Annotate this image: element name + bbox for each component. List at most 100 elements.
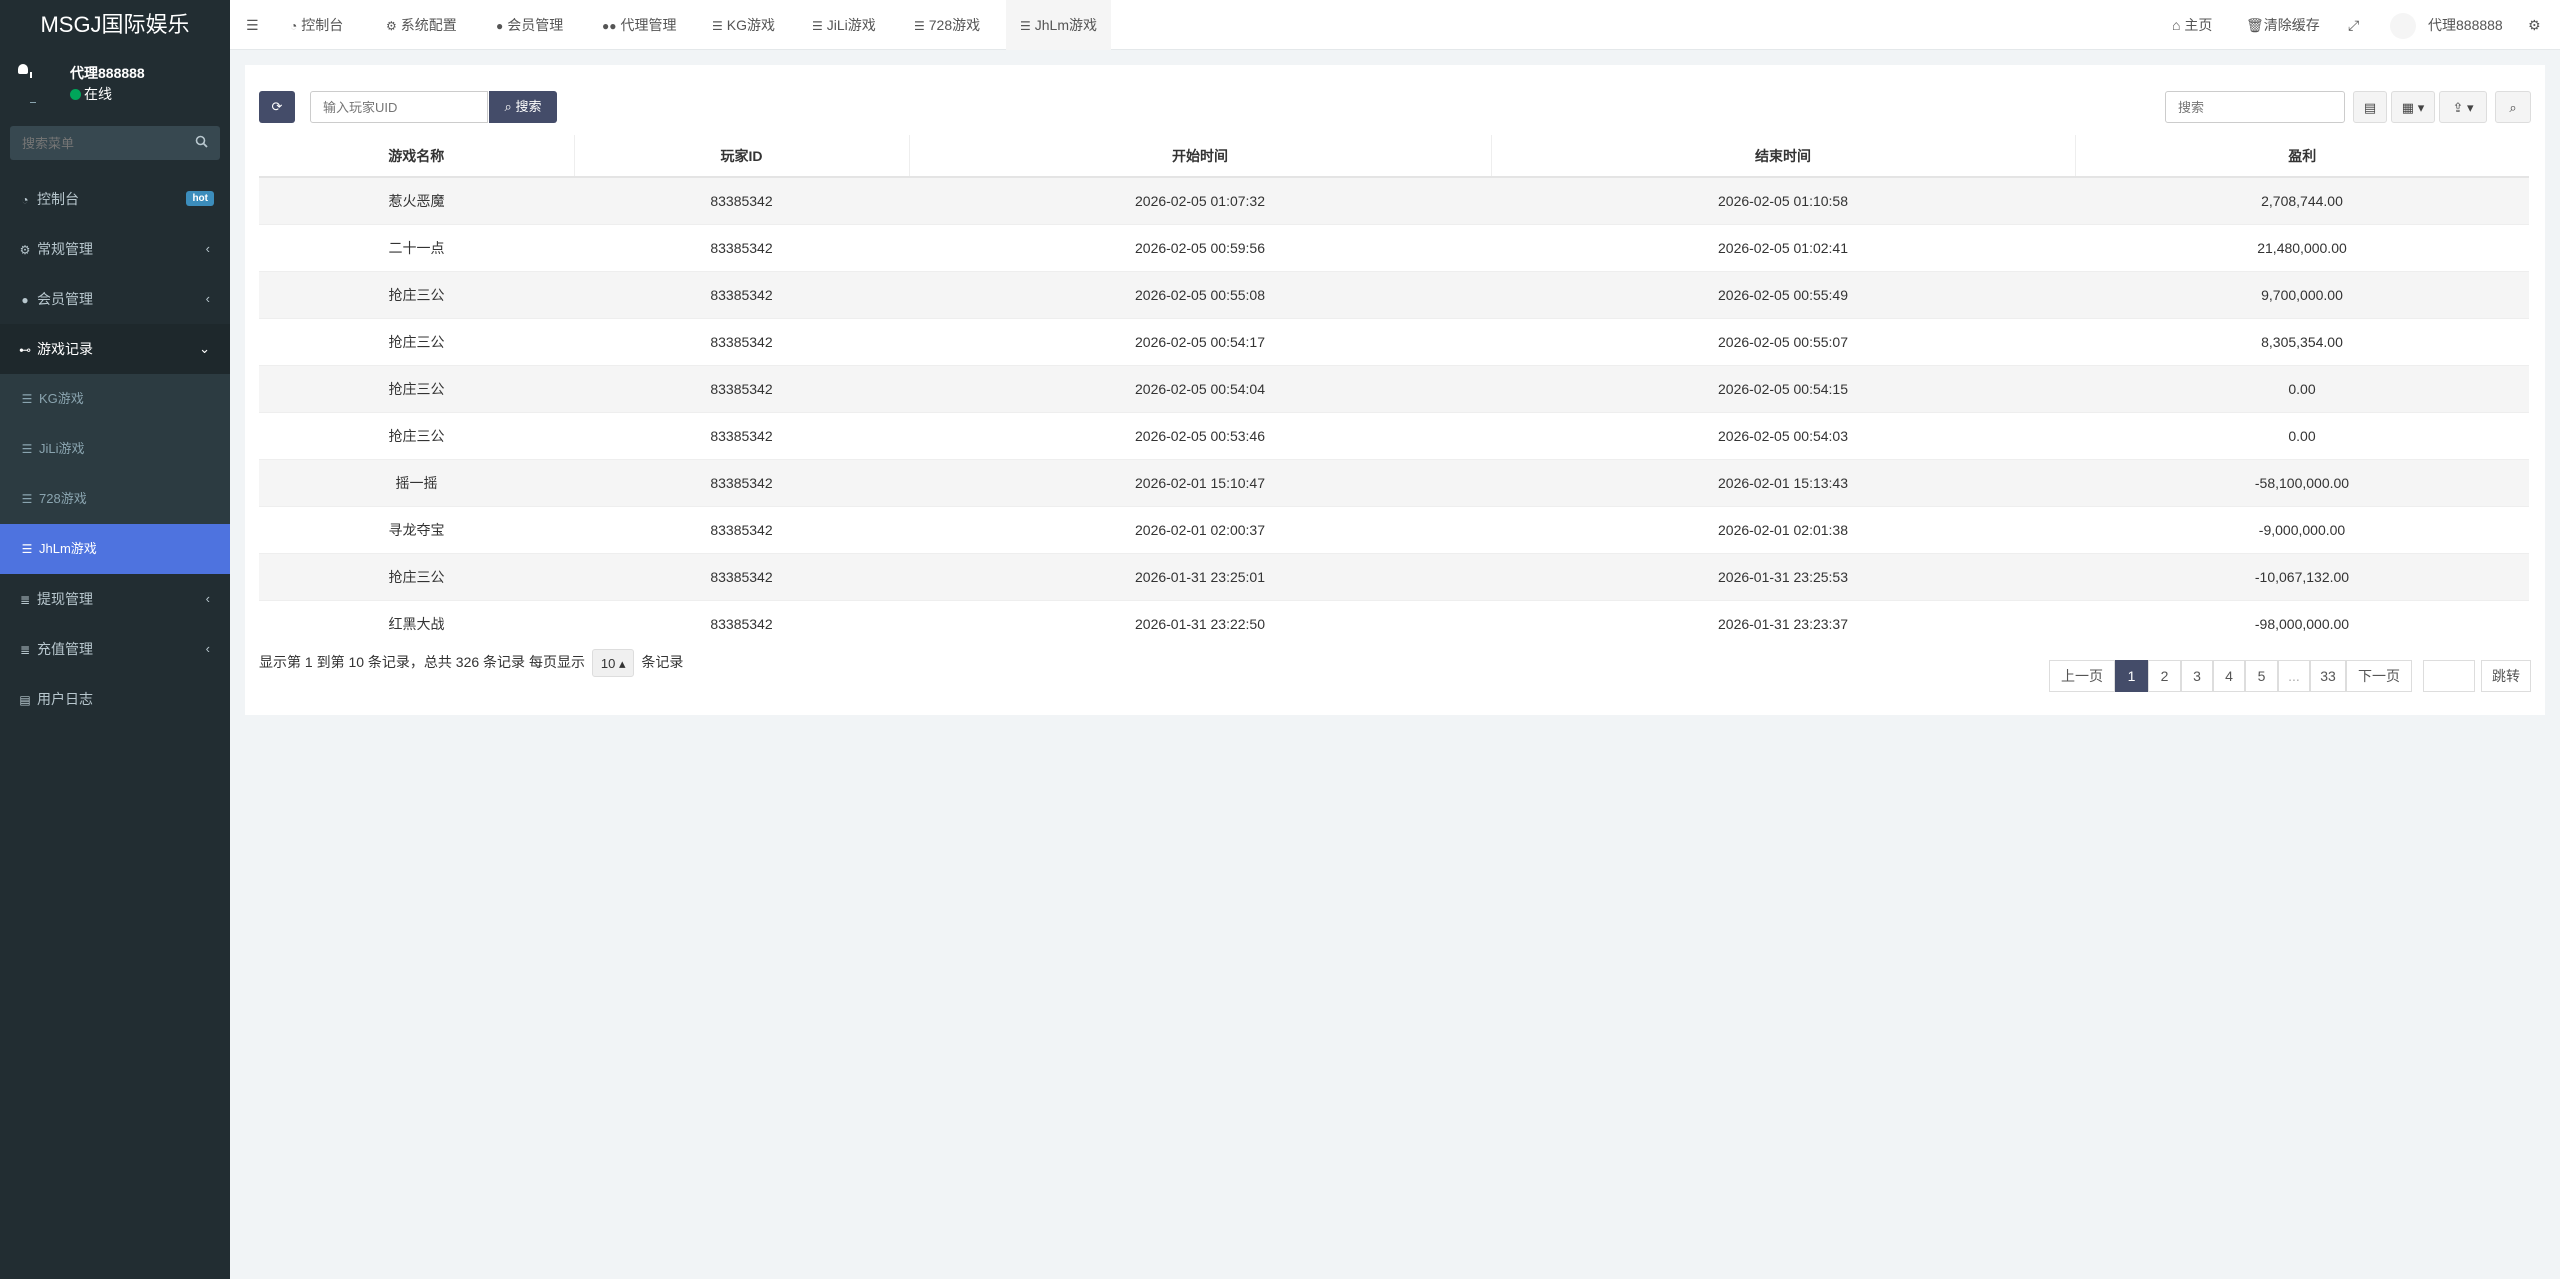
table-cell: 83385342 <box>574 411 909 459</box>
table-row[interactable]: 抢庄三公 83385342 2026-02-05 00:53:46 2026-02-0… <box>259 411 2529 459</box>
tab-system-config[interactable]: ⚙ 系统配置 <box>386 0 457 50</box>
table-row[interactable]: 抢庄三公 83385342 2026-02-05 00:54:17 2026-02-0… <box>259 317 2529 365</box>
sidebar-item-user-log[interactable]: ▤ 用户日志 <box>0 674 230 724</box>
sidebar-item-general[interactable]: ⚙ 常规管理 ‹ <box>0 224 230 274</box>
table-row[interactable]: 抢庄三公 83385342 2026-02-05 00:54:04 2026-02-0… <box>259 364 2529 412</box>
page-button[interactable]: 4 <box>2213 660 2245 692</box>
table-cell: 2,708,744.00 <box>2075 176 2529 224</box>
jump-button[interactable]: 跳转 <box>2481 660 2531 692</box>
menu-toggle-icon[interactable]: ☰ <box>246 0 266 50</box>
sidebar-item-members[interactable]: ● 会员管理 ‹ <box>0 274 230 324</box>
table-cell: 8,305,354.00 <box>2075 317 2529 365</box>
trash-icon: 🗑 <box>2246 17 2264 33</box>
prev-page-button[interactable]: 上一页 <box>2049 660 2115 692</box>
refresh-button[interactable]: ⟳ <box>259 91 295 123</box>
page-size-dropdown[interactable]: 10 ▴ <box>591 649 635 678</box>
column-header[interactable]: 游戏名称 <box>259 135 575 178</box>
table-cell: 2026-02-05 00:55:08 <box>909 270 1491 318</box>
page-button[interactable]: 2 <box>2148 660 2181 692</box>
sidebar-item-jili-games[interactable]: ☰ JiLi游戏 <box>0 424 230 474</box>
table-row[interactable]: 抢庄三公 83385342 2026-01-31 23:25:01 2026-01-3… <box>259 552 2529 600</box>
caret-down-icon: ▾ <box>2467 100 2474 115</box>
column-header[interactable]: 结束时间 <box>1491 135 2076 178</box>
sidebar-item-kg-games[interactable]: ☰ KG游戏 <box>0 374 230 424</box>
sidebar-item-jhlm-games[interactable]: ☰ JhLm游戏 <box>0 524 230 574</box>
chevron-left-icon: ‹ <box>205 641 210 656</box>
table-cell: 83385342 <box>574 552 909 600</box>
gamepad-icon: ⊷ <box>19 343 31 357</box>
column-header[interactable]: 开始时间 <box>909 135 1492 178</box>
page-button[interactable]: 3 <box>2181 660 2213 692</box>
table-search-input[interactable] <box>2165 91 2345 123</box>
table-cell: 0.00 <box>2075 364 2529 412</box>
sidebar-item-withdraw[interactable]: ≣ 提现管理 ‹ <box>0 574 230 624</box>
toggle-view-button[interactable]: ▤ <box>2353 91 2387 123</box>
table-cell: 83385342 <box>574 270 909 318</box>
list-icon: ☰ <box>21 542 33 556</box>
tab-728-games[interactable]: ☰ 728游戏 <box>914 0 980 50</box>
home-link[interactable]: ⌂ 主页 <box>2172 0 2212 50</box>
uid-search-input[interactable] <box>310 91 488 123</box>
table-row[interactable]: 抢庄三公 83385342 2026-02-05 00:55:08 2026-02-0… <box>259 270 2529 318</box>
database-icon: ≣ <box>19 593 31 607</box>
page-button[interactable]: 33 <box>2310 660 2346 692</box>
tab-agent-management[interactable]: ●● 代理管理 <box>602 0 677 50</box>
table-cell: 83385342 <box>574 364 909 412</box>
chevron-left-icon: ‹ <box>205 291 210 306</box>
table-cell: -9,000,000.00 <box>2075 505 2529 553</box>
next-page-button[interactable]: 下一页 <box>2346 660 2412 692</box>
sidebar-item-recharge[interactable]: ≣ 充值管理 ‹ <box>0 624 230 674</box>
table-cell: 9,700,000.00 <box>2075 270 2529 318</box>
page-ellipsis: ... <box>2278 660 2310 692</box>
list-icon: ☰ <box>21 392 33 406</box>
clear-cache-link[interactable]: 🗑清除缓存 <box>2246 0 2320 50</box>
top-user-menu[interactable]: 代理888888 <box>2390 0 2503 50</box>
table-row[interactable]: 寻龙夺宝 83385342 2026-02-01 02:00:37 2026-02-0… <box>259 505 2529 553</box>
settings-icon[interactable]: ⚙ <box>2528 0 2541 50</box>
table-cell: 2026-02-05 01:07:32 <box>909 176 1491 224</box>
table-cell: 抢庄三公 <box>259 270 574 318</box>
columns-dropdown-button[interactable]: ▦ ▾ <box>2391 91 2435 123</box>
database-icon: ≣ <box>19 643 31 657</box>
table-cell: 2026-02-05 00:55:07 <box>1491 317 2075 365</box>
jump-page-input[interactable] <box>2423 660 2475 692</box>
tab-member-management[interactable]: ● 会员管理 <box>496 0 563 50</box>
table-row[interactable]: 红黑大战 83385342 2026-01-31 23:22:50 2026-01-3… <box>259 599 2529 647</box>
table-cell: 2026-02-01 15:10:47 <box>909 458 1491 506</box>
search-icon: ⌕ <box>504 99 512 114</box>
search-icon[interactable] <box>195 135 208 151</box>
home-icon: ⌂ <box>2172 17 2181 33</box>
list-icon: ☰ <box>21 442 33 456</box>
sidebar-item-dashboard[interactable]: ◔ 控制台 hot <box>0 174 230 224</box>
users-icon: ●● <box>602 19 617 33</box>
table-row[interactable]: 摇一摇 83385342 2026-02-01 15:10:47 2026-02-01… <box>259 458 2529 506</box>
fullscreen-icon[interactable]: ⤢ <box>2348 0 2359 50</box>
table-cell: 寻龙夺宝 <box>259 505 574 553</box>
tab-kg-games[interactable]: ☰ KG游戏 <box>712 0 775 50</box>
table-row[interactable]: 二十一点 83385342 2026-02-05 00:59:56 2026-02-0… <box>259 223 2529 271</box>
brand-logo[interactable]: MSGJ国际娱乐 <box>0 0 230 50</box>
tab-dashboard[interactable]: ◔ 控制台 <box>290 0 343 50</box>
avatar <box>14 64 42 104</box>
page-button[interactable]: 1 <box>2115 660 2148 692</box>
tab-jili-games[interactable]: ☰ JiLi游戏 <box>812 0 876 50</box>
column-header[interactable]: 玩家ID <box>574 135 910 178</box>
table-icon: ▤ <box>2363 100 2377 115</box>
search-button[interactable]: ⌕ 搜索 <box>489 91 557 123</box>
table-cell: 二十一点 <box>259 223 574 271</box>
table-cell: 2026-02-01 02:00:37 <box>909 505 1491 553</box>
table-cell: 2026-02-05 00:55:49 <box>1491 270 2075 318</box>
sidebar-item-728-games[interactable]: ☰ 728游戏 <box>0 474 230 524</box>
avatar <box>2390 13 2416 40</box>
table-row[interactable]: 惹火恶魔 83385342 2026-02-05 01:07:32 2026-02-0… <box>259 176 2529 224</box>
sidebar-search-input[interactable] <box>10 126 220 160</box>
sidebar-item-game-records[interactable]: ⊷ 游戏记录 ⌄ <box>0 324 230 374</box>
export-dropdown-button[interactable]: ⇪ ▾ <box>2439 91 2487 123</box>
page-button[interactable]: 5 <box>2245 660 2278 692</box>
table-cell: 抢庄三公 <box>259 411 574 459</box>
tab-jhlm-games[interactable]: ☰ JhLm游戏 <box>1006 0 1111 50</box>
advanced-search-button[interactable]: ⌕ <box>2495 91 2531 123</box>
table-cell: 红黑大战 <box>259 599 574 647</box>
column-header[interactable]: 盈利 <box>2075 135 2529 178</box>
user-panel: 代理888888 在线 <box>0 50 230 120</box>
